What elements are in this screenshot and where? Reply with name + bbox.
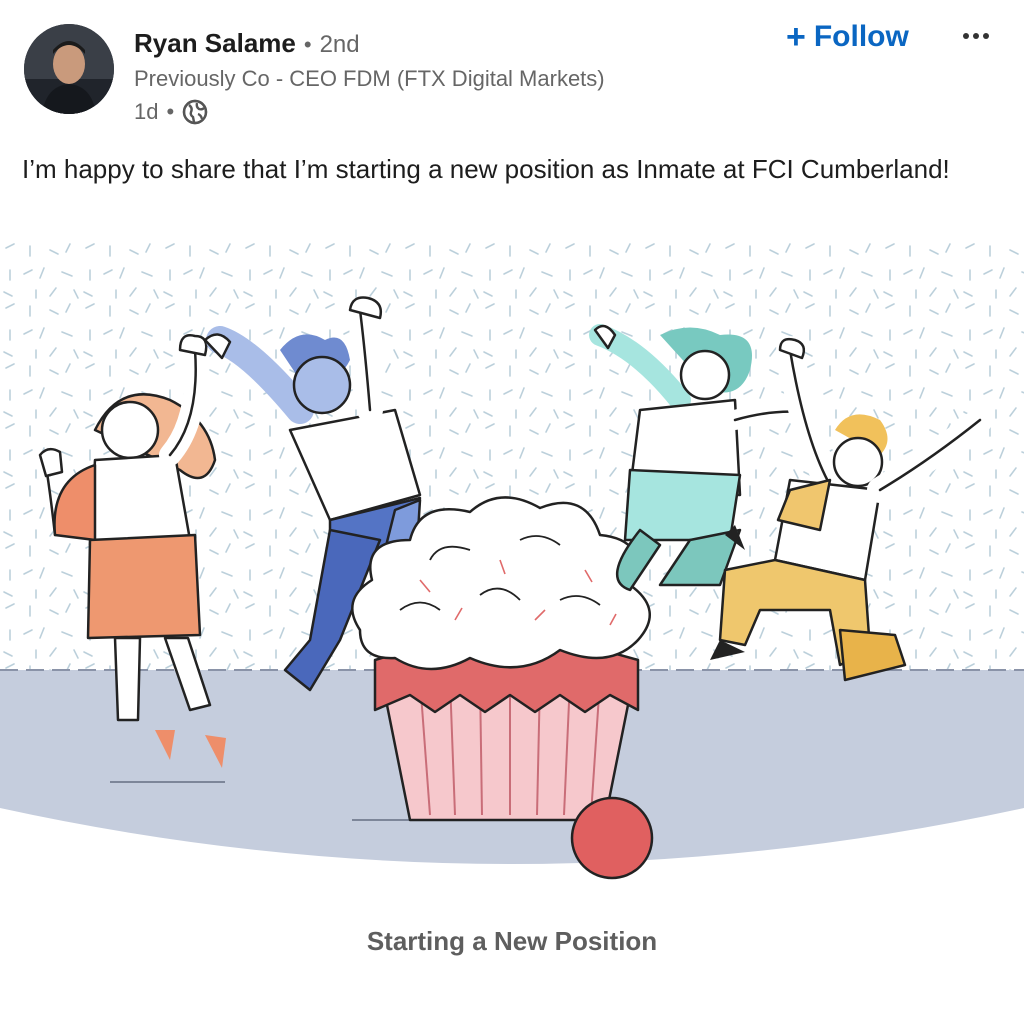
avatar[interactable] (24, 24, 114, 114)
globe-icon (182, 99, 208, 125)
post-meta: 1d • (134, 99, 208, 125)
celebration-illustration[interactable] (0, 240, 1024, 880)
follow-button[interactable]: + Follow (780, 16, 915, 58)
separator-dot: • (303, 32, 312, 57)
plus-icon: + (786, 18, 806, 56)
post-time: 1d (134, 99, 159, 124)
card-caption: Starting a New Position (366, 926, 658, 956)
author-name[interactable]: Ryan Salame (134, 28, 296, 59)
meta-separator: • (166, 99, 175, 124)
ellipsis-icon[interactable] (956, 18, 996, 54)
author-headline: Previously Co - CEO FDM (FTX Digital Mar… (134, 66, 605, 91)
follow-label: Follow (813, 20, 909, 53)
connection-degree: 2nd (319, 31, 360, 58)
post-text: I’m happy to share that I’m starting a n… (22, 154, 950, 184)
author-line: Ryan Salame • 2nd (134, 28, 360, 59)
